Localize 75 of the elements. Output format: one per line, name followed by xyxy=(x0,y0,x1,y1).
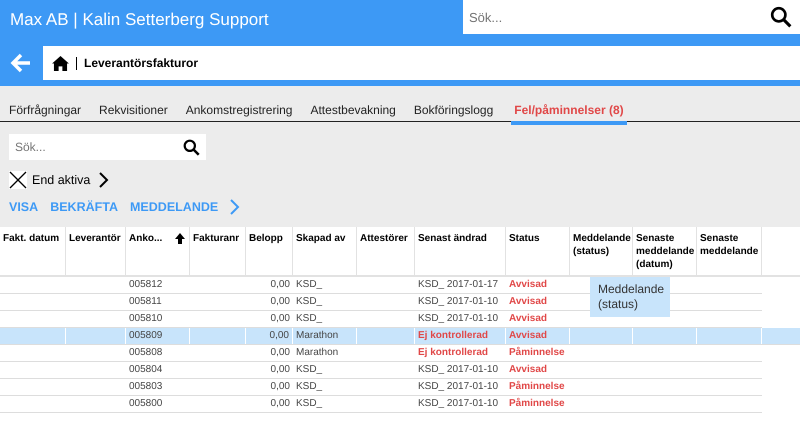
column-header[interactable]: Skapad av xyxy=(293,227,357,275)
back-arrow-icon[interactable] xyxy=(10,52,32,74)
column-header[interactable]: Meddelande (status) xyxy=(570,227,633,275)
column-header[interactable]: Leverantör xyxy=(66,227,126,275)
column-header[interactable]: Fakturanr xyxy=(190,227,246,275)
tab[interactable]: Bokföringslogg xyxy=(414,103,494,125)
table-cell: KSD_ 2017-01-10 xyxy=(418,398,498,409)
table-cell: 005803 xyxy=(129,381,162,392)
table-cell: Påminnelse xyxy=(509,398,565,409)
table-row[interactable]: 005808 0,00 Marathon Ej kontrollerad Påminnelse xyxy=(0,345,762,362)
column-header[interactable]: Fakt. datum xyxy=(0,227,66,275)
column-header[interactable]: Senaste meddelande (datum) xyxy=(633,227,697,275)
table-cell: Påminnelse xyxy=(509,347,565,358)
table-cell: Avvisad xyxy=(509,296,547,307)
table-row[interactable]: 005804 0,00 KSD_ KSD_ 2017-01-10 Avvisad xyxy=(0,362,762,379)
checkbox-label: End aktiva xyxy=(32,173,90,187)
table-cell: KSD_ 2017-01-10 xyxy=(418,313,498,324)
tab[interactable]: Rekvisitioner xyxy=(99,103,168,125)
table-cell: Avvisad xyxy=(509,279,547,290)
table-cell: 005812 xyxy=(129,279,162,290)
table-cell: 0,00 xyxy=(270,279,290,290)
table-cell: 0,00 xyxy=(270,398,290,409)
column-header[interactable]: Attestörer xyxy=(357,227,415,275)
table-cell: 005811 xyxy=(129,296,162,307)
column-header[interactable]: Status xyxy=(506,227,570,275)
search-field[interactable]: Sök... xyxy=(9,134,206,160)
table-cell: 005804 xyxy=(129,364,162,375)
table-cell: KSD_ xyxy=(296,364,322,375)
table-cell: 0,00 xyxy=(270,364,290,375)
tab[interactable]: Attestbevakning xyxy=(310,103,396,125)
table-cell: KSD_ 2017-01-10 xyxy=(418,381,498,392)
column-header[interactable]: Anko... xyxy=(126,227,190,275)
column-header[interactable]: Senast ändrad xyxy=(415,227,506,275)
table-row[interactable]: 005800 0,00 KSD_ KSD_ 2017-01-10 Påminnelse xyxy=(0,396,762,413)
table-cell: Ej kontrollerad xyxy=(418,347,488,358)
table-cell: Påminnelse xyxy=(509,381,565,392)
table-cell: 005800 xyxy=(129,398,162,409)
table-cell: 0,00 xyxy=(270,296,290,307)
table-cell: 005810 xyxy=(129,313,162,324)
table-cell: Ej kontrollerad xyxy=(418,330,488,341)
tooltip: Meddelande (status) xyxy=(590,277,670,317)
table-cell: 0,00 xyxy=(270,330,289,341)
checkbox[interactable] xyxy=(9,171,27,189)
table-cell: KSD_ xyxy=(296,296,322,307)
column-header[interactable]: Belopp xyxy=(246,227,293,275)
home-icon[interactable] xyxy=(52,56,69,70)
table-cell: Marathon xyxy=(296,347,338,358)
table-row[interactable]: 005809 0,00 Marathon Ej kontrollerad Avvisad xyxy=(0,328,800,345)
tab[interactable]: Ankomstregistrering xyxy=(186,103,292,125)
table-cell: 005809 xyxy=(129,330,162,341)
page-title: Leverantörsfakturor xyxy=(84,56,198,70)
table-cell: 0,00 xyxy=(270,313,290,324)
table-cell: KSD_ xyxy=(296,381,322,392)
table-cell: Avvisad xyxy=(509,364,547,375)
table-cell: KSD_ 2017-01-17 xyxy=(418,279,498,290)
tab[interactable]: Förfrågningar xyxy=(9,103,82,125)
column-header[interactable]: Senaste meddelande xyxy=(697,227,762,275)
table-cell: KSD_ 2017-01-10 xyxy=(418,296,498,307)
sort-up-icon[interactable] xyxy=(175,233,185,244)
table-row[interactable]: 005803 0,00 KSD_ KSD_ 2017-01-10 Påminnelse xyxy=(0,379,762,396)
search-icon[interactable] xyxy=(770,6,792,28)
search-field[interactable]: Sök... xyxy=(463,0,800,34)
table-cell: Marathon xyxy=(296,330,338,341)
table-cell: 0,00 xyxy=(270,381,290,392)
app-title: Max AB | Kalin Setterberg Support xyxy=(9,10,269,30)
table-cell: 0,00 xyxy=(270,347,290,358)
table-cell: KSD_ 2017-01-10 xyxy=(418,364,498,375)
table-cell: KSD_ xyxy=(296,279,322,290)
table-cell: KSD_ xyxy=(296,398,322,409)
table-cell: Avvisad xyxy=(509,330,547,341)
chevron-right-icon[interactable] xyxy=(99,172,110,188)
table-cell: KSD_ xyxy=(296,313,322,324)
search-icon[interactable] xyxy=(183,139,200,156)
table-cell: Avvisad xyxy=(509,313,547,324)
table-cell: 005808 xyxy=(129,347,162,358)
